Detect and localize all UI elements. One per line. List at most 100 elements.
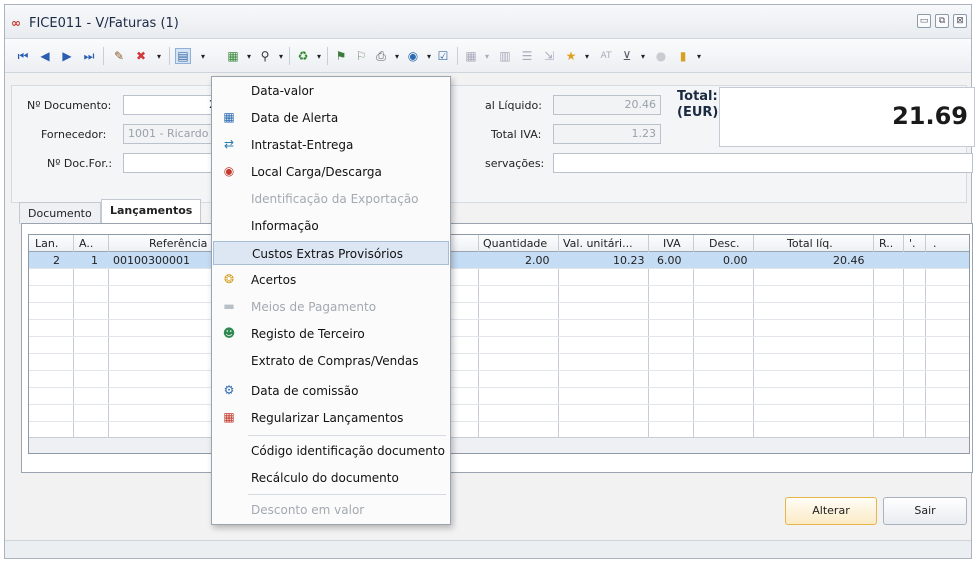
menu-item-local-carga-descarga[interactable]: ◉ Local Carga/Descarga	[213, 160, 449, 184]
table-row[interactable]	[29, 337, 969, 354]
col-header-dot[interactable]: .	[933, 237, 937, 250]
menu-item-meios-pagamento[interactable]: ▬ Meios de Pagamento	[213, 295, 449, 319]
menu-item-acertos[interactable]: ❂ Acertos	[213, 268, 449, 292]
binoculars-icon[interactable]: ⚲	[257, 48, 273, 64]
table-row[interactable]	[29, 354, 969, 371]
checklist-icon[interactable]: ☑	[435, 48, 451, 64]
table-row[interactable]	[29, 371, 969, 388]
globe-icon[interactable]: ◉	[405, 48, 421, 64]
menu-item-label: Data de Alerta	[251, 111, 339, 125]
tab-documento[interactable]: Documento	[19, 202, 101, 224]
recycle-dropdown-icon[interactable]: ▾	[311, 48, 327, 64]
star-icon[interactable]: ★	[563, 48, 579, 64]
exit-dropdown-icon[interactable]: ▾	[691, 48, 707, 64]
printer-icon[interactable]: ⎙	[373, 48, 389, 64]
stamp-icon[interactable]: ⚑	[333, 48, 349, 64]
table-row[interactable]	[29, 269, 969, 286]
horizontal-scrollbar[interactable]	[29, 437, 969, 453]
prev-record-icon[interactable]: ◀	[37, 48, 53, 64]
first-record-icon[interactable]: ⏮	[15, 48, 31, 64]
tab-lancamentos[interactable]: Lançamentos	[101, 199, 202, 224]
menu-item-data-valor[interactable]: Data-valor	[213, 79, 449, 103]
toolbar-separator	[169, 47, 170, 65]
table-row[interactable]	[29, 286, 969, 303]
cell-a[interactable]: 1	[91, 254, 98, 267]
circle-icon[interactable]: ●	[653, 48, 669, 64]
doc-for-label: Nº Doc.For.:	[47, 157, 113, 170]
last-record-icon[interactable]: ⏭	[81, 48, 97, 64]
delete-icon[interactable]: ✖	[133, 48, 149, 64]
door-exit-icon[interactable]: ▮	[675, 48, 691, 64]
columns-icon[interactable]: ▥	[497, 48, 513, 64]
list-icon[interactable]: ☰	[519, 48, 535, 64]
table-row[interactable]: 2 1 00100300001 2.00 10.23 6.00 0.00 20.…	[29, 252, 969, 269]
menu-item-custos-extras-provisorios[interactable]: Custos Extras Provisórios	[213, 241, 449, 265]
filter-dropdown-icon[interactable]: ▾	[635, 48, 651, 64]
options-menu-icon[interactable]: ▤	[175, 48, 191, 64]
edit-icon[interactable]: ✎	[111, 48, 127, 64]
cell-val-unitario[interactable]: 10.23	[613, 254, 645, 267]
lines-grid: Lan. A.. Referência Quantidade Val. unit…	[28, 234, 970, 454]
menu-item-intrastat-entrega[interactable]: ⇄ Intrastat-Entrega	[213, 133, 449, 157]
menu-item-codigo-identificacao[interactable]: Código identificação documento	[213, 439, 449, 463]
export-icon[interactable]: ⇲	[541, 48, 557, 64]
cell-total-liq[interactable]: 20.46	[833, 254, 865, 267]
cell-referencia[interactable]: 00100300001	[113, 254, 190, 267]
stamp-alt-icon[interactable]: ⚐	[353, 48, 369, 64]
table-row[interactable]	[29, 405, 969, 422]
menu-item-label: Extrato de Compras/Vendas	[251, 354, 419, 368]
table-icon[interactable]: ▦	[463, 48, 479, 64]
search-dropdown-icon[interactable]: ▾	[273, 48, 289, 64]
table-row[interactable]	[29, 388, 969, 405]
menu-item-recalculo-documento[interactable]: Recálculo do documento	[213, 466, 449, 490]
supplier-field[interactable]: 1001 - Ricardo	[123, 124, 221, 144]
filter-icon[interactable]: ⊻	[619, 48, 635, 64]
menu-item-label: Registo de Terceiro	[251, 327, 365, 341]
menu-item-label: Custos Extras Provisórios	[252, 247, 404, 261]
menu-item-regularizar-lancamentos[interactable]: ▦ Regularizar Lançamentos	[213, 406, 449, 430]
cell-quantidade[interactable]: 2.00	[525, 254, 550, 267]
alterar-button[interactable]: Alterar	[785, 497, 877, 525]
menu-item-label: Desconto em valor	[251, 503, 365, 517]
at-icon[interactable]: AT	[595, 48, 617, 64]
commission-icon: ⚙	[223, 383, 235, 397]
cell-iva[interactable]: 6.00	[657, 254, 682, 267]
delivery-icon: ⇄	[223, 137, 235, 151]
observations-field[interactable]	[553, 153, 973, 173]
table-row[interactable]	[29, 303, 969, 320]
menu-item-registo-terceiro[interactable]: ☻ Registo de Terceiro	[213, 322, 449, 346]
menu-item-desconto-valor[interactable]: Desconto em valor	[213, 498, 449, 522]
doc-for-field[interactable]	[123, 153, 221, 173]
doc-number-field[interactable]: 2	[123, 95, 221, 115]
status-bar	[5, 540, 971, 558]
sair-button[interactable]: Sair	[883, 497, 967, 525]
window-title: FICE011 - V/Faturas (1)	[29, 16, 179, 31]
options-dropdown-icon[interactable]: ▾	[195, 48, 211, 64]
doc-number-label: Nº Documento:	[27, 99, 112, 112]
menu-item-label: Identificação da Exportação	[251, 192, 419, 206]
recycle-icon[interactable]: ♻	[295, 48, 311, 64]
menu-item-informacao[interactable]: Informação	[213, 214, 449, 238]
print-preview-dropdown-icon[interactable]: ▾	[241, 48, 257, 64]
delete-dropdown-icon[interactable]: ▾	[151, 48, 167, 64]
menu-item-label: Regularizar Lançamentos	[251, 411, 404, 425]
maximize-icon[interactable]: ⧉	[935, 14, 949, 28]
table-dropdown-icon[interactable]: ▾	[479, 48, 495, 64]
table-row[interactable]	[29, 320, 969, 337]
menu-item-label: Intrastat-Entrega	[251, 138, 354, 152]
print-preview-icon[interactable]: ▦	[225, 48, 241, 64]
menu-item-identificacao-exportacao[interactable]: Identificação da Exportação	[213, 187, 449, 211]
calendar-alert-icon: ▦	[223, 110, 235, 124]
star-dropdown-icon[interactable]: ▾	[579, 48, 595, 64]
menu-item-data-comissao[interactable]: ⚙ Data de comissão	[213, 379, 449, 403]
cell-lan[interactable]: 2	[53, 254, 60, 267]
cell-desc[interactable]: 0.00	[723, 254, 748, 267]
close-icon[interactable]: ⊠	[953, 14, 967, 28]
printer-dropdown-icon[interactable]: ▾	[389, 48, 405, 64]
menu-item-label: Informação	[251, 219, 319, 233]
toolbar-separator	[457, 47, 458, 65]
menu-item-data-alerta[interactable]: ▦ Data de Alerta	[213, 106, 449, 130]
next-record-icon[interactable]: ▶	[59, 48, 75, 64]
menu-item-extrato-compras-vendas[interactable]: Extrato de Compras/Vendas	[213, 349, 449, 373]
minimize-icon[interactable]: ▭	[917, 14, 931, 28]
